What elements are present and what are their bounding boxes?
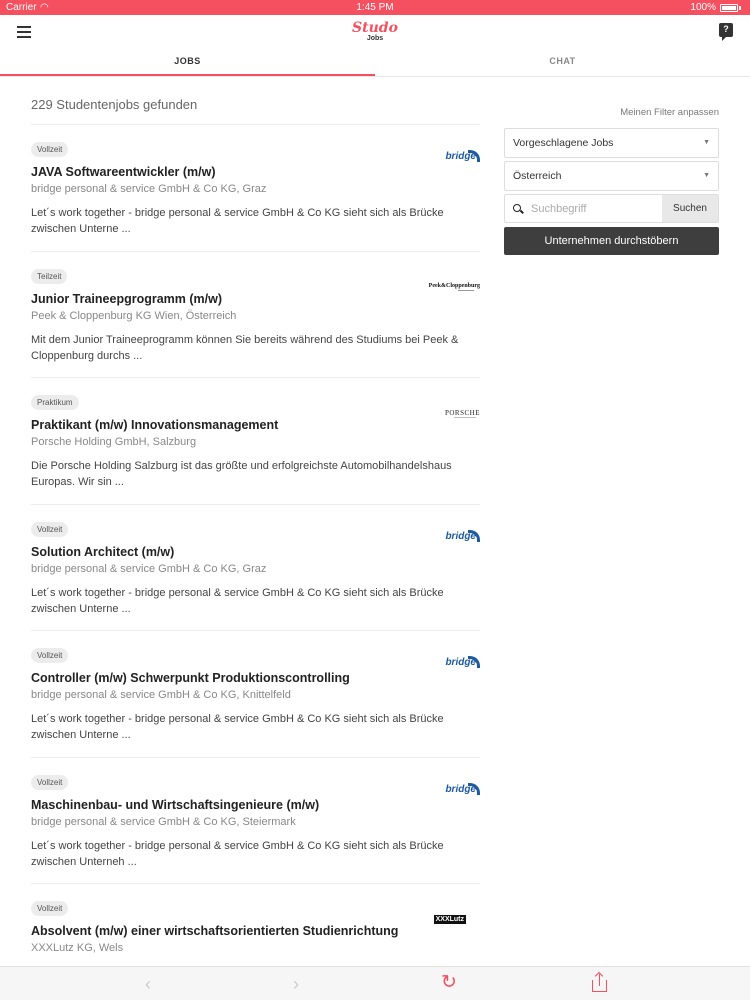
- browser-toolbar: ‹ › ↻: [0, 966, 750, 1000]
- search-button[interactable]: Suchen: [662, 195, 718, 222]
- battery-tip: [739, 6, 741, 10]
- job-company: XXXLutz KG, Wels: [31, 942, 124, 954]
- job-item[interactable]: Praktikum Praktikant (m/w) Innovationsma…: [31, 377, 480, 504]
- country-select[interactable]: Österreich ▼: [504, 161, 719, 191]
- company-logo-bridge[interactable]: bridge: [440, 529, 480, 550]
- category-select[interactable]: Vorgeschlagene Jobs ▼: [504, 128, 719, 158]
- job-company: bridge personal & service GmbH & Co KG, …: [31, 689, 291, 701]
- job-title[interactable]: Praktikant (m/w) Innovationsmanagement: [31, 418, 278, 432]
- job-description: Mit dem Junior Traineeprogramm können Si…: [31, 333, 459, 362]
- job-description: Die Porsche Holding Salzburg ist das grö…: [31, 460, 452, 488]
- status-bar: Carrier ◠ 1:45 PM 100%: [0, 0, 750, 15]
- share-icon[interactable]: [592, 971, 607, 992]
- job-company: bridge personal & service GmbH & Co KG, …: [31, 183, 267, 195]
- bridge-logo-arc: [468, 656, 480, 668]
- company-logo-bridge[interactable]: bridge: [440, 150, 480, 170]
- job-title[interactable]: Controller (m/w) Schwerpunkt Produktions…: [31, 671, 350, 685]
- company-logo-bridge[interactable]: bridge: [440, 782, 480, 803]
- nav-bar: Studo Jobs ?: [0, 15, 750, 49]
- browse-companies-button[interactable]: Unternehmen durchstöbern: [504, 227, 719, 255]
- porsche-logo-rule: [454, 417, 476, 418]
- job-type-badge: Teilzeit: [31, 268, 68, 284]
- porsche-logo-text: PORSCHE: [444, 409, 480, 417]
- bridge-logo-arc: [468, 782, 480, 795]
- chevron-right-icon[interactable]: ›: [293, 975, 299, 993]
- bridge-logo-arc: [468, 150, 480, 162]
- job-description: Let´s work together - bridge personal & …: [31, 207, 444, 235]
- magnifier-icon: [513, 204, 521, 212]
- chevron-left-icon[interactable]: ‹: [145, 975, 151, 993]
- chevron-down-icon: ▼: [703, 139, 710, 146]
- job-type-badge: Vollzeit: [31, 648, 69, 663]
- xxxl-logo-text: XXXLutz: [433, 915, 466, 924]
- status-time: 1:45 PM: [356, 2, 394, 13]
- company-logo-bridge[interactable]: bridge: [440, 656, 480, 676]
- job-description: Let´s work together - bridge personal & …: [31, 839, 444, 868]
- reload-icon[interactable]: ↻: [441, 973, 457, 993]
- tab-bar: JOBS CHAT: [0, 49, 750, 77]
- brand-subtitle: Jobs: [366, 35, 384, 42]
- job-item[interactable]: Teilzeit Junior Traineepgrogramm (m/w) P…: [31, 250, 480, 378]
- tab-jobs[interactable]: JOBS: [0, 49, 375, 76]
- app-logo: Studo Jobs: [0, 21, 750, 43]
- company-logo-porsche[interactable]: PORSCHE: [440, 403, 480, 423]
- brand-name: Studo: [352, 20, 398, 36]
- job-type-badge: Vollzeit: [31, 142, 69, 157]
- job-item[interactable]: Vollzeit Maschinenbau- und Wirtschaftsin…: [31, 756, 480, 884]
- job-title[interactable]: Absolvent (m/w) einer wirtschaftsorienti…: [31, 924, 398, 938]
- job-title[interactable]: Solution Architect (m/w): [31, 545, 174, 559]
- search-input[interactable]: [531, 201, 661, 217]
- results-count: 229 Studentenjobs gefunden: [31, 97, 198, 112]
- company-logo-xxxlutz[interactable]: XXXLutz: [433, 909, 480, 929]
- job-type-badge: Praktikum: [31, 395, 79, 410]
- job-title[interactable]: Junior Traineepgrogramm (m/w): [31, 292, 222, 306]
- chevron-down-icon: ▼: [703, 172, 710, 179]
- tab-chat[interactable]: CHAT: [375, 49, 750, 76]
- job-company: bridge personal & service GmbH & Co KG, …: [31, 562, 267, 575]
- adjust-filter-link[interactable]: Meinen Filter anpassen: [620, 107, 719, 118]
- company-logo-peek-cloppenburg[interactable]: Peek&Cloppenburg: [429, 277, 480, 297]
- job-company: Porsche Holding GmbH, Salzburg: [31, 436, 197, 448]
- job-company: bridge personal & service GmbH & Co KG, …: [31, 815, 296, 828]
- peek-logo-text: Peek&Cloppenburg: [428, 282, 480, 289]
- battery-percent: 100%: [690, 2, 716, 13]
- job-title[interactable]: JAVA Softwareentwickler (m/w): [31, 165, 216, 179]
- job-company: Peek & Cloppenburg KG Wien, Österreich: [31, 309, 237, 322]
- job-type-badge: Vollzeit: [31, 774, 69, 790]
- bridge-logo-arc: [468, 529, 480, 542]
- help-bubble-icon[interactable]: ?: [719, 23, 733, 41]
- job-list: Vollzeit JAVA Softwareentwickler (m/w) b…: [31, 124, 480, 1000]
- search-box: Suchen: [504, 194, 719, 223]
- country-select-value: Österreich: [513, 170, 562, 182]
- job-item[interactable]: Vollzeit JAVA Softwareentwickler (m/w) b…: [31, 124, 480, 251]
- job-type-badge: Vollzeit: [31, 521, 69, 537]
- job-description: Let´s work together - bridge personal & …: [31, 713, 444, 741]
- job-title[interactable]: Maschinenbau- und Wirtschaftsingenieure …: [31, 798, 319, 812]
- job-type-badge: Vollzeit: [31, 901, 69, 916]
- category-select-value: Vorgeschlagene Jobs: [513, 137, 614, 149]
- job-item[interactable]: Vollzeit Controller (m/w) Schwerpunkt Pr…: [31, 630, 480, 757]
- job-description: Let´s work together - bridge personal & …: [31, 586, 444, 615]
- battery-icon: [720, 4, 738, 12]
- job-item[interactable]: Vollzeit Solution Architect (m/w) bridge…: [31, 503, 480, 631]
- peek-logo-rule: [458, 289, 474, 291]
